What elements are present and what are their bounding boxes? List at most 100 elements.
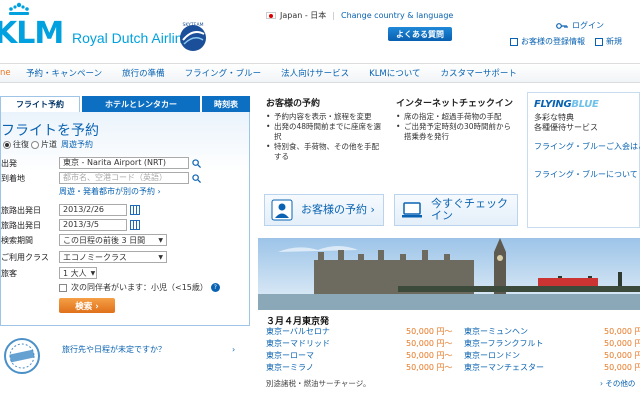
table-row: 東京ーバルセロナ 50,000 円～ 東京ーミュンヘン 50,000 円～ xyxy=(266,326,640,337)
flyingblue-logo-b: BLUE xyxy=(571,99,599,110)
flyingblue-sub-1: 多彩な特典 xyxy=(534,113,574,122)
skyteam-text: SKYTEAM xyxy=(183,22,204,28)
pax-label: 旅客 xyxy=(1,268,17,278)
fare-price: 50,000 円～ xyxy=(406,327,453,336)
london-promo-image[interactable] xyxy=(258,238,640,310)
flex-select[interactable]: この日程の前後 3 日間 ▼ xyxy=(59,234,167,246)
companion-label: 次の同伴者がいます：小児（<15歳） xyxy=(71,283,208,292)
tab-timetable[interactable]: 時刻表 xyxy=(202,96,250,112)
trip-type: 往復 片道 周遊予約 xyxy=(1,139,93,150)
nav-item-about[interactable]: KLMについて xyxy=(359,64,430,82)
search-icon[interactable] xyxy=(192,158,201,168)
depart-date-input[interactable]: 2013/2/26 xyxy=(59,204,127,216)
checkin-button-label: 今すぐチェック イン xyxy=(431,198,508,222)
doc-icon xyxy=(595,37,603,46)
oneway-radio[interactable] xyxy=(31,140,39,149)
faq-button[interactable]: よくある質問 xyxy=(388,27,452,41)
checkin-button[interactable]: 今すぐチェック イン xyxy=(394,194,518,226)
undecided-link[interactable]: 旅行先や日程が未定ですか？ xyxy=(62,344,166,355)
pax-value: 1 大人 xyxy=(63,268,87,278)
destination-input[interactable]: 都市名、空港コード（英語） xyxy=(59,172,189,184)
fare-route[interactable]: 東京ーマンチェスター xyxy=(464,362,544,373)
more-fares-link[interactable]: › その他の xyxy=(600,378,635,389)
locale-bar: Japan - 日本 | Change country & language xyxy=(266,10,453,21)
fare-route[interactable]: 東京ーマドリッド xyxy=(266,338,330,349)
flex-label: 検索期間 xyxy=(1,235,33,245)
tab-flight-booking[interactable]: フライト予約 xyxy=(0,96,80,112)
calendar-icon[interactable] xyxy=(130,205,140,215)
passport-stamp-icon xyxy=(4,338,40,374)
nav-item-flyingblue[interactable]: フライング・ブルー xyxy=(175,64,272,82)
fare-route[interactable]: 東京ーロンドン xyxy=(464,350,520,361)
help-icon[interactable]: ? xyxy=(210,283,220,292)
destination-row: 到着地 都市名、空港コード（英語） xyxy=(1,172,201,184)
return-date-input[interactable]: 2013/3/5 xyxy=(59,219,127,231)
nav-item-booking[interactable]: 予約・キャンペーン xyxy=(16,64,112,82)
fare-route[interactable]: 東京ーバルセロナ xyxy=(266,326,330,337)
checkin-bullets: 席の指定・超過手荷物の手配 ご出発予定時刻の30時間前から搭乗券を発行 xyxy=(396,112,516,142)
checkin-line-2: イン xyxy=(431,209,453,222)
pax-select[interactable]: 1 大人 ▼ xyxy=(59,267,97,279)
class-row: ご利用クラス エコノミークラス ▼ xyxy=(1,251,167,263)
flyingblue-box: FLYINGBLUE 多彩な特典 各種優待サービス フライング・ブルーご入会はこ… xyxy=(527,92,640,228)
fare-price: 50,000 円～ xyxy=(406,339,453,348)
depart-label: 旅路出発日 xyxy=(1,205,41,215)
nav-item-support[interactable]: カスタマーサポート xyxy=(431,64,527,82)
login-link-row[interactable]: ログイン xyxy=(556,20,604,31)
list-item: 特別食、手荷物、その他を手配する xyxy=(266,142,386,162)
destination-label: 到着地 xyxy=(1,173,25,183)
klm-logo[interactable]: KLM Royal Dutch Airlines SKYTEAM xyxy=(0,0,260,58)
change-country-link[interactable]: Change country & language xyxy=(341,11,453,20)
fare-route[interactable]: 東京ーミュンヘン xyxy=(464,326,528,337)
calendar-icon[interactable] xyxy=(130,220,140,230)
cabin-class-value: エコノミークラス xyxy=(63,252,127,262)
new-register-label: 新規 xyxy=(606,37,622,46)
divider: | xyxy=(332,11,335,20)
tab-hotel-car[interactable]: ホテルとレンタカー xyxy=(82,96,200,112)
flyingblue-sub-2: 各種優待サービス xyxy=(534,123,598,132)
alt-airport-link[interactable]: 周遊・発着都市が別の予約 › xyxy=(59,186,161,197)
laptop-icon xyxy=(402,202,422,218)
login-link[interactable]: ログイン xyxy=(572,20,604,31)
table-row: 東京ーミラノ 50,000 円～ 東京ーマンチェスター 50,000 円～ xyxy=(266,362,640,373)
chevron-right-icon[interactable]: › xyxy=(232,345,235,354)
flyingblue-join-link[interactable]: フライング・ブルーご入会はこちら xyxy=(534,141,640,152)
return-row: 旅路出発日 2013/3/5 xyxy=(1,219,140,231)
search-icon[interactable] xyxy=(192,173,201,183)
fare-price: 50,000 円～ xyxy=(604,363,640,372)
fare-price: 50,000 円～ xyxy=(604,351,640,360)
alt-airport-row: 周遊・発着都市が別の予約 › xyxy=(59,186,161,197)
manage-booking-button[interactable]: お客様の予約 › xyxy=(264,194,384,226)
origin-input[interactable]: 東京 - Narita Airport (NRT) xyxy=(59,157,189,169)
fare-route[interactable]: 東京ーローマ xyxy=(266,350,314,361)
nav-item-prepare[interactable]: 旅行の準備 xyxy=(112,64,175,82)
chevron-down-icon: ▼ xyxy=(158,236,163,244)
search-button[interactable]: 検索 › xyxy=(59,298,115,313)
profile-icon xyxy=(510,37,518,46)
flex-value: この日程の前後 3 日間 xyxy=(63,235,146,245)
new-register-link[interactable]: 新規 xyxy=(595,36,622,47)
roundtrip-label: 往復 xyxy=(13,140,29,149)
nav-item-corporate[interactable]: 法人向けサービス xyxy=(271,64,359,82)
flyingblue-about-link[interactable]: フライング・ブルーについて › xyxy=(534,169,640,180)
fare-route[interactable]: 東京ーミラノ xyxy=(266,362,314,373)
fare-route[interactable]: 東京ーフランクフルト xyxy=(464,338,544,349)
manage-bullets: 予約内容を表示・旅程を変更 出発の48時間前までに座席を選択 特別食、手荷物、そ… xyxy=(266,112,386,162)
main-nav: ne 予約・キャンペーン 旅行の準備 フライング・ブルー 法人向けサービス KL… xyxy=(0,63,640,83)
nav-item-home[interactable]: ne xyxy=(0,64,16,82)
japan-flag-icon xyxy=(266,12,276,19)
flyingblue-logo-a: FLYING xyxy=(534,99,572,110)
companion-checkbox[interactable] xyxy=(59,283,67,292)
booking-title: フライトを予約 xyxy=(1,123,99,139)
class-label: ご利用クラス xyxy=(1,252,49,262)
origin-row: 出発 東京 - Narita Airport (NRT) xyxy=(1,157,201,169)
oneway-label: 片道 xyxy=(41,140,57,149)
account-links: ログイン お客様の登録情報 新規 xyxy=(510,20,622,46)
manage-heading: お客様の予約 xyxy=(266,99,321,109)
register-link[interactable]: お客様の登録情報 xyxy=(510,36,585,47)
roundtrip-radio[interactable] xyxy=(3,140,11,149)
booking-panel: フライトを予約 往復 片道 周遊予約 出発 東京 - Narita Airpor… xyxy=(0,112,250,326)
cabin-class-select[interactable]: エコノミークラス ▼ xyxy=(59,251,167,263)
multi-city-link[interactable]: 周遊予約 xyxy=(61,139,93,150)
register-label: お客様の登録情報 xyxy=(521,37,585,46)
